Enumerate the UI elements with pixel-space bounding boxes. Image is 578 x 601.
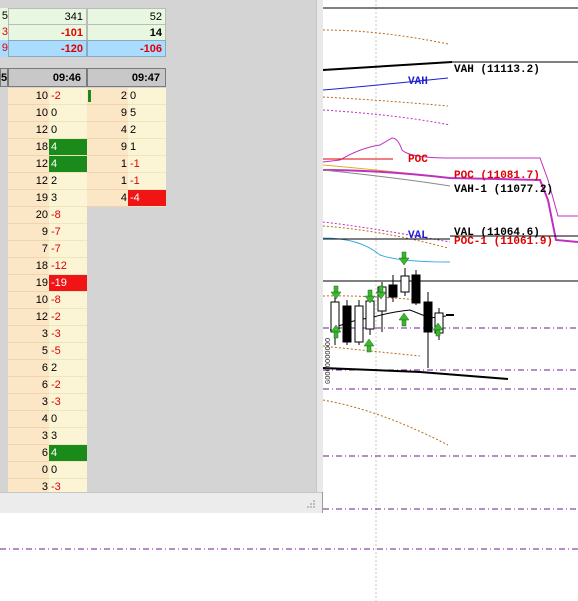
- volume-cell: 9: [87, 105, 128, 122]
- vah-tag: VAH: [408, 76, 428, 88]
- volume-cell: 12: [8, 156, 49, 173]
- delta-cell: -2: [49, 88, 87, 105]
- delta-cell: 4: [49, 139, 87, 156]
- vah-label: VAH (11113.2): [454, 64, 540, 76]
- volume-cell: 20: [8, 207, 49, 224]
- summary-cell: 3: [0, 24, 8, 41]
- val-curve: [322, 237, 451, 263]
- volume-cell: 1: [87, 173, 128, 190]
- delta-cell: 4: [49, 156, 87, 173]
- column-header-0946[interactable]: 09:46: [8, 68, 87, 87]
- volume-cell: 2: [87, 88, 128, 105]
- volume-cell: 12: [8, 173, 49, 190]
- vah-line: [322, 61, 453, 71]
- delta-cell: -4: [128, 190, 166, 207]
- band-line: [322, 399, 449, 446]
- rotated-label: GOOOOOOOOOO: [325, 338, 333, 384]
- volume-cell: 10: [8, 105, 49, 122]
- column-header[interactable]: 5: [0, 68, 8, 87]
- column-header-0947[interactable]: 09:47: [87, 68, 166, 87]
- volume-cell: 5: [8, 343, 49, 360]
- band-line: [322, 225, 449, 249]
- volume-cell: 6: [8, 445, 49, 462]
- summary-cell: 5: [0, 8, 8, 25]
- volume-cell: 4: [8, 411, 49, 428]
- delta-cell: -2: [49, 309, 87, 326]
- delta-cell: -3: [49, 326, 87, 343]
- val-tag: VAL: [408, 230, 428, 242]
- delta-cell: -12: [49, 258, 87, 275]
- bar-marker: [88, 90, 91, 102]
- delta-cell: 0: [128, 88, 166, 105]
- volume-cell: 18: [8, 139, 49, 156]
- delta-cell: 4: [49, 445, 87, 462]
- delta-cell: 2: [49, 360, 87, 377]
- volume-cell: 12: [8, 309, 49, 326]
- volume-cell: 3: [8, 428, 49, 445]
- volume-cell: 0: [8, 462, 49, 479]
- status-bar: [0, 492, 322, 513]
- poc-label: POC (11081.7): [454, 170, 540, 182]
- volume-cell: 19: [8, 190, 49, 207]
- delta-cell: 0: [49, 122, 87, 139]
- summary-cell: 9: [0, 40, 8, 57]
- delta-cell: -1: [128, 173, 166, 190]
- value-area-curve: [322, 77, 449, 91]
- volume-cell: 12: [8, 122, 49, 139]
- band-line: [322, 345, 421, 357]
- delta-cell: 5: [128, 105, 166, 122]
- footprint-window[interactable]: 5 341 52 3 -101 14 9 -120 -106 5 09:46 0…: [0, 0, 323, 513]
- poc-tag: POC: [408, 154, 428, 166]
- delta-cell: -3: [49, 394, 87, 411]
- delta-cell: -7: [49, 224, 87, 241]
- summary-cell: -106: [87, 40, 166, 57]
- delta-cell: 3: [49, 190, 87, 207]
- delta-cell: 3: [49, 428, 87, 445]
- volume-cell: 7: [8, 241, 49, 258]
- volume-cell: 10: [8, 292, 49, 309]
- band-line: [322, 109, 451, 126]
- volume-cell: 9: [8, 224, 49, 241]
- volume-cell: 4: [87, 122, 128, 139]
- band-line: [322, 96, 449, 107]
- delta-cell: 2: [49, 173, 87, 190]
- band-line: [322, 29, 449, 45]
- volume-cell: 18: [8, 258, 49, 275]
- summary-cell: 52: [87, 8, 166, 25]
- summary-cell: -101: [8, 24, 87, 41]
- summary-cell: 14: [87, 24, 166, 41]
- delta-cell: -8: [49, 292, 87, 309]
- delta-cell: -2: [49, 377, 87, 394]
- volume-cell: 19: [8, 275, 49, 292]
- delta-cell: 0: [49, 462, 87, 479]
- volume-cell: 6: [8, 377, 49, 394]
- delta-cell: -1: [128, 156, 166, 173]
- volume-cell: 4: [87, 190, 128, 207]
- volume-cell: 3: [8, 326, 49, 343]
- poc1-label: POC-1 (11061.9): [454, 236, 554, 248]
- volume-cell: 9: [87, 139, 128, 156]
- summary-cell: 341: [8, 8, 87, 25]
- delta-cell: -8: [49, 207, 87, 224]
- vertical-scrollbar[interactable]: [316, 0, 323, 492]
- volume-cell: 1: [87, 156, 128, 173]
- delta-cell: -19: [49, 275, 87, 292]
- vah1-label: VAH-1 (11077.2): [454, 184, 554, 196]
- delta-cell: 1: [128, 139, 166, 156]
- volume-cell: 6: [8, 360, 49, 377]
- delta-cell: 0: [49, 411, 87, 428]
- delta-cell: 0: [49, 105, 87, 122]
- resize-grip-icon[interactable]: [306, 499, 316, 509]
- summary-cell: -120: [8, 40, 87, 57]
- delta-cell: 2: [128, 122, 166, 139]
- volume-cell: 10: [8, 88, 49, 105]
- delta-cell: -5: [49, 343, 87, 360]
- volume-cell: 3: [8, 394, 49, 411]
- delta-cell: -7: [49, 241, 87, 258]
